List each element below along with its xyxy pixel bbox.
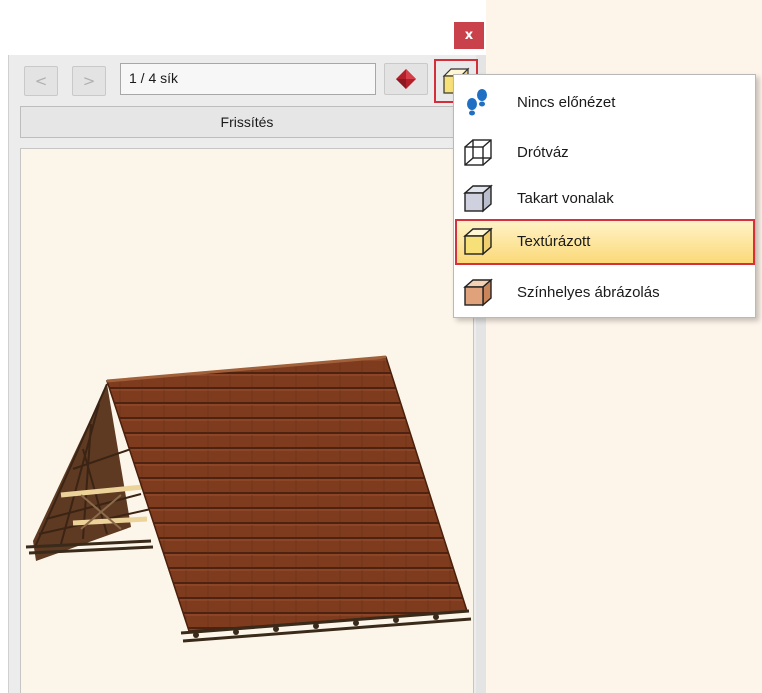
menu-item-label: Drótváz bbox=[517, 144, 569, 161]
red-diamond-icon bbox=[396, 69, 416, 89]
view-mode-menu: Nincs előnézet Drótváz Takart vonalak Te… bbox=[453, 74, 756, 318]
3d-preview-viewport bbox=[20, 148, 474, 693]
menu-item-label: Takart vonalak bbox=[517, 190, 614, 207]
next-plane-button[interactable]: > bbox=[72, 66, 106, 96]
menu-item-textured[interactable]: Textúrázott bbox=[455, 219, 755, 265]
footprints-icon bbox=[467, 89, 487, 116]
menu-item-no-preview[interactable]: Nincs előnézet bbox=[455, 80, 755, 126]
menu-item-label: Nincs előnézet bbox=[517, 94, 616, 111]
hidden-lines-box-icon bbox=[463, 184, 493, 213]
menu-item-label: Színhelyes ábrázolás bbox=[517, 284, 660, 301]
plane-selector-field[interactable]: 1 / 4 sík bbox=[120, 63, 376, 95]
roof-model-render bbox=[25, 355, 472, 643]
refresh-button[interactable]: Frissítés bbox=[20, 106, 474, 138]
menu-item-wireframe[interactable]: Drótváz bbox=[455, 130, 755, 176]
menu-item-hidden-lines[interactable]: Takart vonalak bbox=[455, 176, 755, 222]
previous-plane-button[interactable]: < bbox=[24, 66, 58, 96]
material-button[interactable] bbox=[384, 63, 428, 95]
menu-item-color-display[interactable]: Színhelyes ábrázolás bbox=[455, 270, 755, 316]
color-box-icon bbox=[463, 278, 493, 307]
close-button[interactable]: x bbox=[454, 22, 484, 49]
wireframe-box-icon bbox=[464, 139, 492, 166]
textured-box-icon bbox=[463, 227, 493, 256]
menu-item-label: Textúrázott bbox=[517, 233, 591, 250]
